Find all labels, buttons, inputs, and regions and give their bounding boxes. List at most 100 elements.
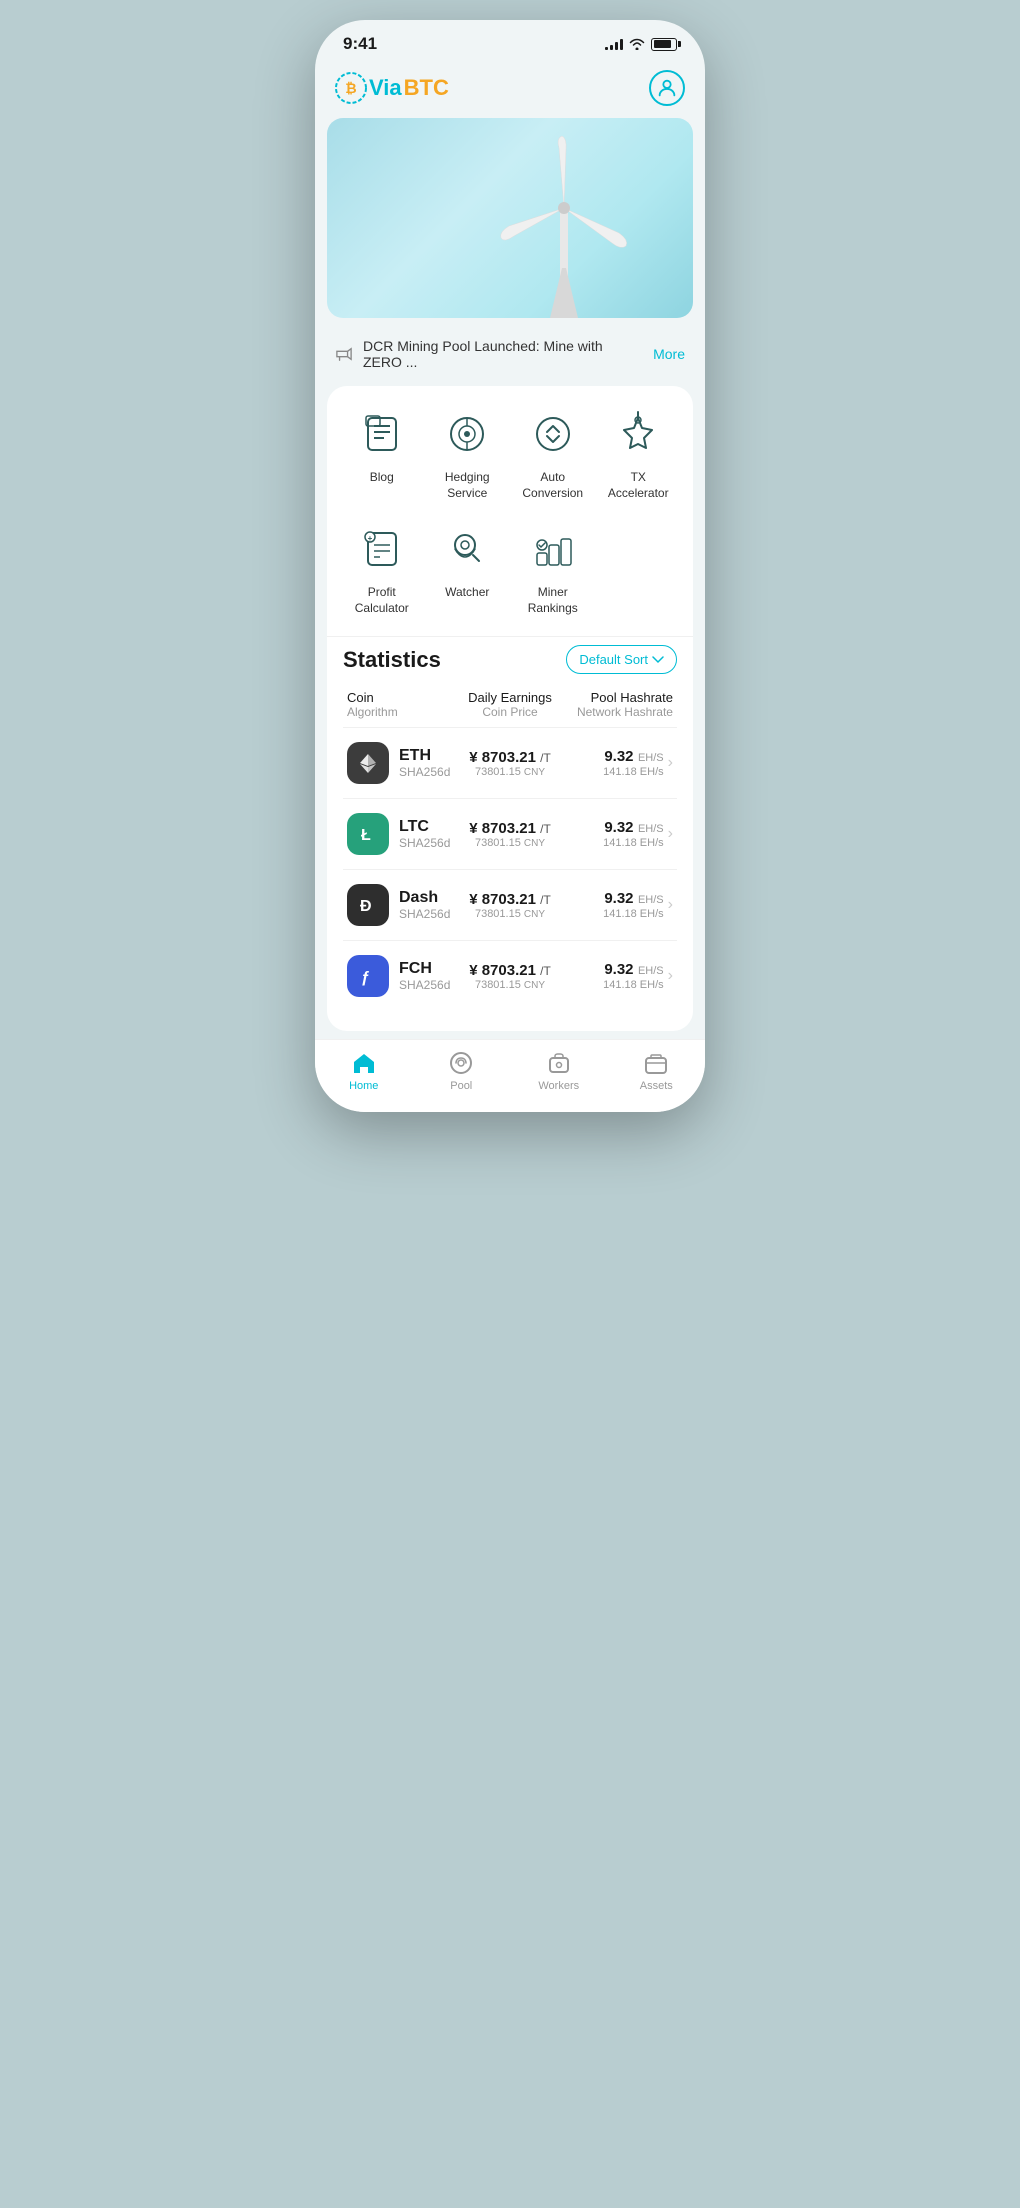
nav-workers[interactable]: Workers — [510, 1050, 608, 1092]
bottom-nav: Home Pool Workers — [315, 1039, 705, 1112]
pool-icon — [448, 1050, 474, 1076]
profit-calculator-icon: + — [358, 525, 406, 573]
coin-row-fch[interactable]: ƒ FCH SHA256d ¥ 8703.21 /T 73801.15 CNY … — [343, 940, 677, 1011]
th-coin-price: Coin Price — [456, 705, 565, 719]
assets-icon — [643, 1050, 669, 1076]
network-hashrate: 141.18 EH/s — [603, 766, 664, 778]
pool-hashrate-value: 9.32 — [604, 819, 633, 836]
earnings-value: ¥ 8703.21 /T — [456, 962, 565, 979]
svg-text:Đ: Đ — [360, 898, 372, 915]
chevron-down-icon — [652, 656, 664, 664]
banner-image — [327, 118, 693, 318]
coin-logo-dash: Đ — [347, 884, 389, 926]
nav-pool[interactable]: Pool — [413, 1050, 511, 1092]
coin-info-dash: Đ Dash SHA256d — [347, 884, 456, 926]
coin-row-ltc[interactable]: Ł LTC SHA256d ¥ 8703.21 /T 73801.15 CNY … — [343, 798, 677, 869]
coin-row-dash[interactable]: Đ Dash SHA256d ¥ 8703.21 /T 73801.15 CNY… — [343, 869, 677, 940]
menu-item-tx-accelerator[interactable]: TXAccelerator — [600, 406, 678, 501]
user-icon — [656, 77, 678, 99]
status-bar: 9:41 — [315, 20, 705, 62]
coin-info-fch: ƒ FCH SHA256d — [347, 955, 456, 997]
miner-rankings-icon — [529, 525, 577, 573]
menu-item-hedging[interactable]: HedgingService — [429, 406, 507, 501]
tx-accelerator-label: TXAccelerator — [608, 470, 669, 501]
signal-icon — [605, 38, 623, 50]
coin-logo-eth — [347, 742, 389, 784]
logo: ₿ Via BTC — [335, 72, 449, 104]
coin-symbol: ETH — [399, 747, 450, 765]
coin-hashrate-eth: 9.32 EH/S 141.18 EH/s › — [564, 748, 673, 778]
coin-price: 73801.15 CNY — [456, 979, 565, 991]
coin-row-eth[interactable]: ETH SHA256d ¥ 8703.21 /T 73801.15 CNY 9.… — [343, 727, 677, 798]
chevron-right-icon: › — [668, 896, 673, 914]
network-hashrate: 141.18 EH/s — [603, 979, 664, 991]
tx-accelerator-icon — [614, 410, 662, 458]
coin-algorithm: SHA256d — [399, 978, 450, 992]
chevron-right-icon: › — [668, 754, 673, 772]
logo-btc: BTC — [404, 75, 449, 101]
chevron-right-icon: › — [668, 825, 673, 843]
hedging-label: HedgingService — [445, 470, 490, 501]
th-coin: Coin — [347, 690, 456, 705]
watcher-icon — [443, 525, 491, 573]
table-header: Coin Algorithm Daily Earnings Coin Price… — [343, 690, 677, 719]
wind-turbine — [474, 128, 654, 318]
svg-text:₿: ₿ — [345, 80, 356, 96]
stats-title: Statistics — [343, 647, 441, 673]
header: ₿ Via BTC — [315, 62, 705, 118]
profit-calculator-label: ProfitCalculator — [355, 585, 409, 616]
coin-earnings-dash: ¥ 8703.21 /T 73801.15 CNY — [456, 891, 565, 920]
nav-home-label: Home — [349, 1080, 378, 1092]
sort-button[interactable]: Default Sort — [566, 645, 677, 674]
news-ticker: DCR Mining Pool Launched: Mine with ZERO… — [315, 328, 705, 380]
auto-conversion-icon — [529, 410, 577, 458]
chevron-right-icon: › — [668, 967, 673, 985]
news-text: DCR Mining Pool Launched: Mine with ZERO… — [363, 338, 643, 370]
coin-info-eth: ETH SHA256d — [347, 742, 456, 784]
quick-menu-row2: + ProfitCalculator Watcher — [343, 521, 677, 616]
avatar-button[interactable] — [649, 70, 685, 106]
svg-text:+: + — [367, 534, 372, 543]
announcement-icon — [335, 346, 353, 362]
coin-algorithm: SHA256d — [399, 836, 450, 850]
menu-item-miner-rankings[interactable]: MinerRankings — [514, 521, 592, 616]
coin-symbol: Dash — [399, 889, 450, 907]
status-time: 9:41 — [343, 34, 377, 54]
news-more-button[interactable]: More — [653, 346, 685, 362]
nav-assets-label: Assets — [640, 1080, 673, 1092]
logo-icon: ₿ — [335, 72, 367, 104]
coin-price: 73801.15 CNY — [456, 766, 565, 778]
nav-assets[interactable]: Assets — [608, 1050, 706, 1092]
menu-item-profit-calculator[interactable]: + ProfitCalculator — [343, 521, 421, 616]
menu-item-watcher[interactable]: Watcher — [429, 521, 507, 616]
hedging-icon — [443, 410, 491, 458]
menu-item-blog[interactable]: Blog — [343, 406, 421, 501]
logo-via: Via — [369, 75, 402, 101]
stats-header: Statistics Default Sort — [343, 645, 677, 674]
auto-conversion-label: AutoConversion — [522, 470, 583, 501]
coin-logo-ltc: Ł — [347, 813, 389, 855]
coin-info-ltc: Ł LTC SHA256d — [347, 813, 456, 855]
coin-symbol: FCH — [399, 960, 450, 978]
earnings-value: ¥ 8703.21 /T — [456, 820, 565, 837]
statistics-section: Statistics Default Sort Coin Algorithm D… — [343, 637, 677, 1011]
wifi-icon — [629, 38, 645, 50]
blog-label: Blog — [370, 470, 394, 486]
svg-text:ƒ: ƒ — [361, 969, 370, 986]
menu-item-auto-conversion[interactable]: AutoConversion — [514, 406, 592, 501]
coin-hashrate-fch: 9.32 EH/S 141.18 EH/s › — [564, 961, 673, 991]
coin-earnings-ltc: ¥ 8703.21 /T 73801.15 CNY — [456, 820, 565, 849]
coin-algorithm: SHA256d — [399, 765, 450, 779]
battery-icon — [651, 38, 677, 51]
nav-home[interactable]: Home — [315, 1050, 413, 1092]
coin-rows: ETH SHA256d ¥ 8703.21 /T 73801.15 CNY 9.… — [343, 727, 677, 1011]
coin-earnings-fch: ¥ 8703.21 /T 73801.15 CNY — [456, 962, 565, 991]
pool-hashrate-value: 9.32 — [604, 890, 633, 907]
coin-logo-fch: ƒ — [347, 955, 389, 997]
miner-rankings-label: MinerRankings — [528, 585, 578, 616]
sort-label: Default Sort — [579, 652, 648, 667]
th-algorithm: Algorithm — [347, 705, 456, 719]
status-icons — [605, 38, 677, 51]
home-icon — [351, 1050, 377, 1076]
coin-earnings-eth: ¥ 8703.21 /T 73801.15 CNY — [456, 749, 565, 778]
